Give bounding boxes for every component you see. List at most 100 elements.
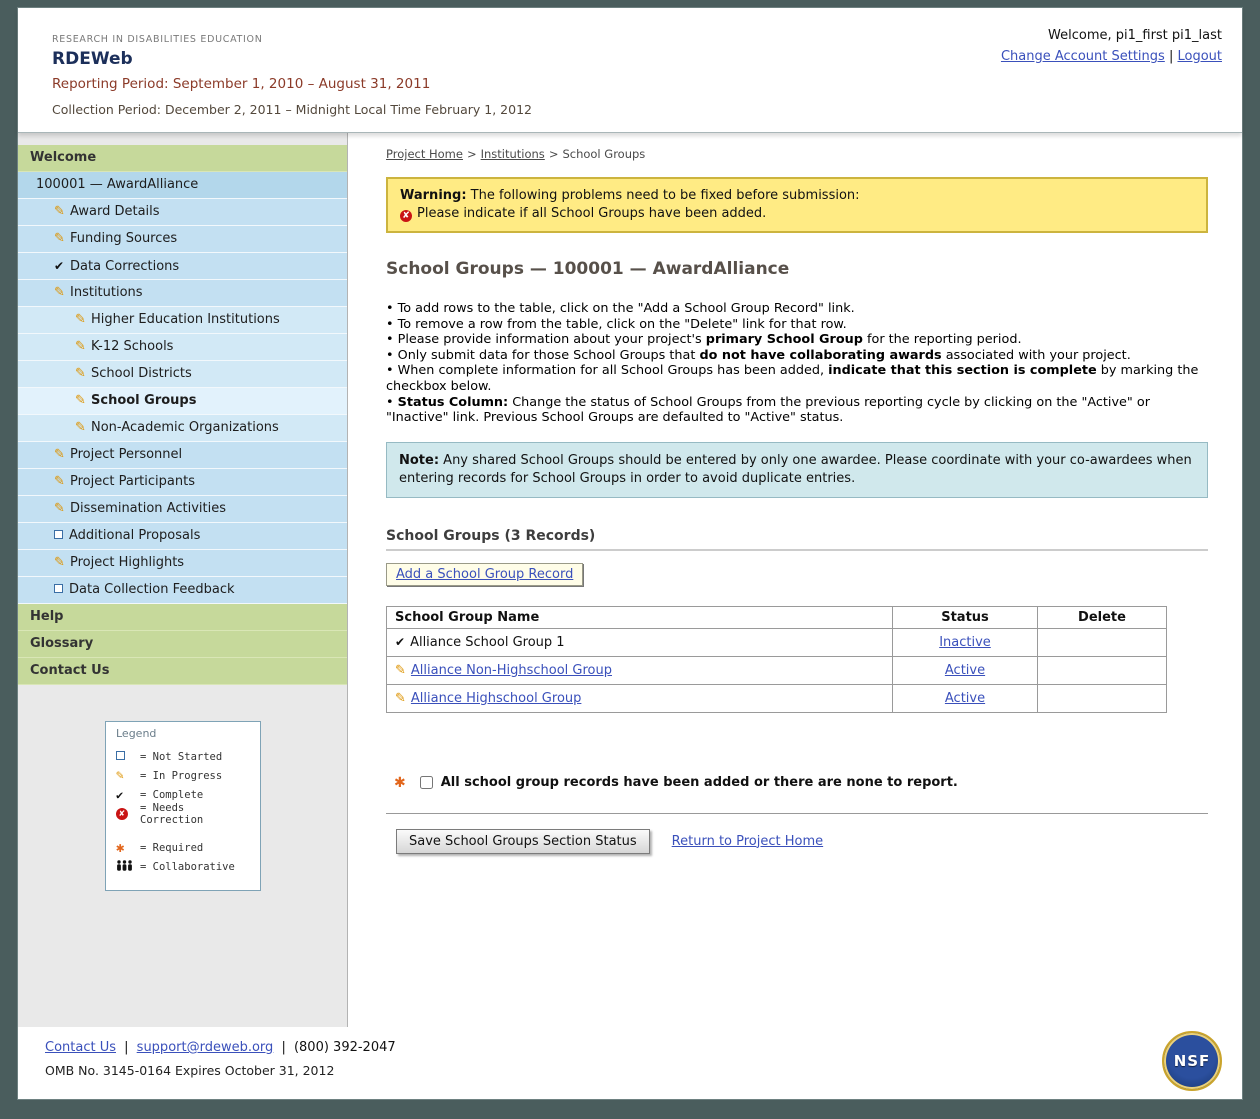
add-school-group-record-link[interactable]: Add a School Group Record [396, 567, 573, 582]
sidebar-item-non-academic-organizations[interactable]: ✎Non-Academic Organizations [18, 415, 347, 442]
sidebar-item-project-participants[interactable]: ✎Project Participants [18, 469, 347, 496]
breadcrumb-current: School Groups [562, 147, 645, 161]
needs-correction-icon: ✘ [116, 808, 128, 820]
instructions-list: To add rows to the table, click on the "… [386, 301, 1208, 426]
pencil-icon: ✎ [75, 361, 91, 387]
sidebar: Welcome 100001 — AwardAlliance ✎Award De… [18, 133, 348, 1027]
sidebar-item-label: Dissemination Activities [70, 501, 226, 516]
footer-contact-link[interactable]: Contact Us [45, 1040, 116, 1055]
section-complete-checkbox[interactable] [420, 776, 433, 789]
group-name-cell: ✎Alliance Non-Highschool Group [387, 656, 893, 684]
people-icon [116, 860, 140, 874]
sidebar-item-label: School Groups [91, 393, 196, 408]
warning-box: Warning: The following problems need to … [386, 177, 1208, 233]
sidebar-item-funding-sources[interactable]: ✎Funding Sources [18, 226, 347, 253]
main-content: Project Home > Institutions > School Groups … [348, 133, 1242, 1027]
sidebar-item-project-personnel[interactable]: ✎Project Personnel [18, 442, 347, 469]
status-link[interactable]: Active [945, 691, 985, 706]
sidebar-item-label: Additional Proposals [69, 528, 200, 543]
legend-item-label: = Needs Correction [140, 802, 252, 826]
sidebar-item-label: Higher Education Institutions [91, 312, 280, 327]
col-header-status: Status [893, 606, 1038, 628]
table-row: ✎Alliance Highschool Group Active [387, 684, 1167, 712]
breadcrumb-separator: > [549, 147, 559, 161]
legend-item-not-started: = Not Started [116, 747, 252, 766]
legend-title: Legend [116, 727, 252, 740]
sidebar-item-label: 100001 — AwardAlliance [36, 177, 198, 192]
sidebar-item-award-details[interactable]: ✎Award Details [18, 199, 347, 226]
instruction-bullet: Please provide information about your pr… [386, 332, 1208, 348]
legend-item-collaborative: = Collaborative [116, 857, 252, 876]
sidebar-item-data-corrections[interactable]: ✔Data Corrections [18, 253, 347, 280]
sidebar-item-institutions[interactable]: ✎Institutions [18, 280, 347, 307]
breadcrumb: Project Home>Institutions>School Groups [386, 147, 1208, 161]
sidebar-item-school-groups[interactable]: ✎School Groups [18, 388, 347, 415]
sidebar-item-label: Project Participants [70, 474, 195, 489]
reporting-period: Reporting Period: September 1, 2010 – Au… [52, 76, 1220, 92]
pencil-icon: ✎ [116, 768, 140, 783]
change-account-settings-link[interactable]: Change Account Settings [1001, 49, 1165, 64]
breadcrumb-institutions[interactable]: Institutions [481, 147, 545, 161]
logout-link[interactable]: Logout [1177, 49, 1222, 64]
pencil-icon: ✎ [75, 415, 91, 441]
sidebar-item-k12-schools[interactable]: ✎K-12 Schools [18, 334, 347, 361]
sidebar-item-school-districts[interactable]: ✎School Districts [18, 361, 347, 388]
instruction-bullet: To add rows to the table, click on the "… [386, 301, 1208, 317]
separator: | [281, 1040, 285, 1055]
user-area: Welcome, pi1_first pi1_last Change Accou… [1001, 28, 1222, 64]
breadcrumb-separator: > [467, 147, 477, 161]
sidebar-item-contact-us[interactable]: Contact Us [18, 658, 347, 685]
group-name-cell: ✔Alliance School Group 1 [387, 628, 893, 656]
status-cell: Active [893, 684, 1038, 712]
omb-text: OMB No. 3145-0164 Expires October 31, 20… [45, 1063, 1242, 1078]
sidebar-item-additional-proposals[interactable]: Additional Proposals [18, 523, 347, 550]
footer-email-link[interactable]: support@rdeweb.org [137, 1040, 274, 1055]
group-name-cell: ✎Alliance Highschool Group [387, 684, 893, 712]
rdeweb-page: { "icons": { "pencil": "✎", "check": "✔"… [0, 0, 1260, 1119]
sidebar-item-project-highlights[interactable]: ✎Project Highlights [18, 550, 347, 577]
sidebar-item-glossary[interactable]: Glossary [18, 631, 347, 658]
legend-item-needs-correction: ✘ = Needs Correction [116, 804, 252, 823]
legend-item-label: = Complete [140, 789, 203, 801]
breadcrumb-project-home[interactable]: Project Home [386, 147, 463, 161]
sidebar-item-award[interactable]: 100001 — AwardAlliance [18, 172, 347, 199]
sidebar-item-label: School Districts [91, 366, 192, 381]
table-row: ✔Alliance School Group 1 Inactive [387, 628, 1167, 656]
body: Welcome 100001 — AwardAlliance ✎Award De… [18, 133, 1242, 1027]
sidebar-item-welcome[interactable]: Welcome [18, 145, 347, 172]
legend-item-required: ✱ = Required [116, 838, 252, 857]
sidebar-item-higher-education-institutions[interactable]: ✎Higher Education Institutions [18, 307, 347, 334]
status-link[interactable]: Active [945, 663, 985, 678]
sidebar-item-label: Institutions [70, 285, 143, 300]
note-text: Any shared School Groups should be enter… [399, 453, 1192, 486]
sidebar-item-label: Project Personnel [70, 447, 182, 462]
add-school-group-record-button[interactable]: Add a School Group Record [386, 563, 583, 586]
instruction-bullet: To remove a row from the table, click on… [386, 317, 1208, 333]
pencil-icon: ✎ [75, 334, 91, 360]
sidebar-item-dissemination-activities[interactable]: ✎Dissemination Activities [18, 496, 347, 523]
sidebar-item-label: Contact Us [30, 663, 109, 678]
section-complete-label: All school group records have been added… [441, 775, 958, 790]
group-name-link[interactable]: Alliance Highschool Group [411, 691, 581, 706]
pencil-icon: ✎ [54, 280, 70, 306]
sidebar-item-data-collection-feedback[interactable]: Data Collection Feedback [18, 577, 347, 604]
collection-period: Collection Period: December 2, 2011 – Mi… [52, 102, 1220, 117]
delete-cell [1038, 684, 1167, 712]
required-icon: ✱ [116, 840, 140, 856]
legend-item-in-progress: ✎ = In Progress [116, 766, 252, 785]
sidebar-item-label: Funding Sources [70, 231, 177, 246]
legend-item-label: = Required [140, 842, 203, 854]
warning-heading: Warning: The following problems need to … [400, 187, 1194, 205]
save-section-status-button[interactable]: Save School Groups Section Status [396, 829, 650, 854]
separator: | [124, 1040, 128, 1055]
nsf-logo-text: NSF [1174, 1052, 1211, 1070]
page-title: School Groups — 100001 — AwardAlliance [386, 259, 1208, 279]
status-link[interactable]: Inactive [939, 635, 991, 650]
app-window: RESEARCH IN DISABILITIES EDUCATION RDEWe… [18, 8, 1242, 1099]
delete-cell [1038, 656, 1167, 684]
group-name-link[interactable]: Alliance Non-Highschool Group [411, 663, 612, 678]
check-icon: ✔ [395, 635, 405, 649]
return-to-project-home-link[interactable]: Return to Project Home [672, 834, 823, 849]
not-started-icon [54, 530, 63, 539]
sidebar-item-help[interactable]: Help [18, 604, 347, 631]
